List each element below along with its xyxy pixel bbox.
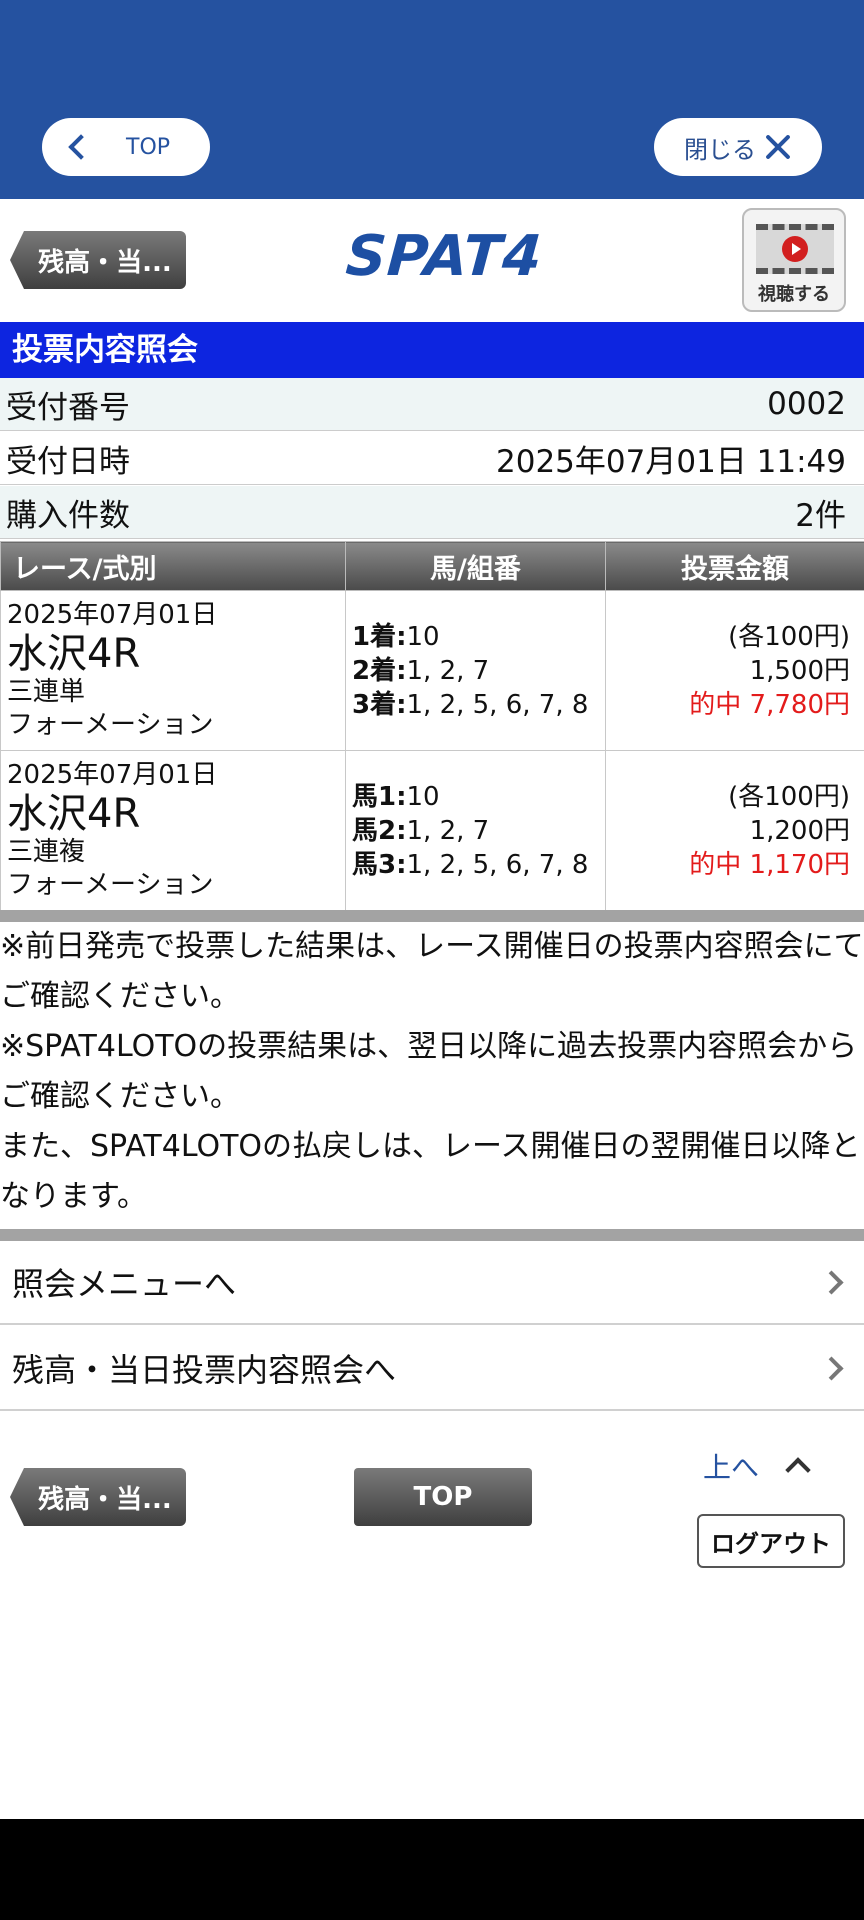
- menu-item-label: 照会メニューへ: [12, 1265, 237, 1303]
- column-header-race: レース/式別: [0, 541, 346, 591]
- info-label: 購入件数: [6, 497, 130, 534]
- unit-price: (各100円): [728, 781, 850, 812]
- menu-item-inquiry-menu[interactable]: 照会メニューへ: [0, 1241, 864, 1325]
- up-link-label: 上へ: [703, 1451, 760, 1484]
- bet-method: フォーメーション: [7, 870, 214, 900]
- divider: [0, 910, 864, 922]
- watch-video-button[interactable]: 視聴する: [742, 208, 846, 312]
- race-date: 2025年07月01日: [7, 760, 218, 790]
- info-label: 受付番号: [6, 389, 130, 426]
- scroll-to-top-link[interactable]: 上へ: [703, 1446, 811, 1486]
- bet-type: 三連複: [7, 837, 86, 867]
- table-row: 2025年07月01日 水沢4R 三連複 フォーメーション 馬1:10 馬2:1…: [0, 750, 864, 911]
- info-value: 0002: [767, 386, 846, 422]
- back-button-label: TOP: [126, 134, 171, 160]
- info-label: 受付日時: [6, 443, 130, 480]
- close-button[interactable]: 閉じる: [654, 118, 822, 176]
- race-cell: 2025年07月01日 水沢4R 三連単 フォーメーション: [0, 590, 346, 751]
- balance-button-label: 残高・当...: [38, 1484, 172, 1515]
- hit-payout: 的中 1,170円: [689, 849, 850, 880]
- combo-line: 馬1:10: [352, 781, 440, 812]
- footer-top-button[interactable]: TOP: [354, 1468, 532, 1526]
- note-text: ※前日発売で投票した結果は、レース開催日の投票内容照会にてご確認ください。: [0, 929, 864, 1014]
- amount-cell: (各100円) 1,500円 的中 7,780円: [605, 590, 864, 751]
- race-name: 水沢4R: [7, 631, 141, 677]
- info-value: 2025年07月01日 11:49: [496, 443, 846, 480]
- logout-label: ログアウト: [711, 1529, 831, 1558]
- race-cell: 2025年07月01日 水沢4R 三連複 フォーメーション: [0, 750, 346, 911]
- chevron-right-icon: [819, 1269, 844, 1295]
- combo-line: 馬2:1, 2, 7: [352, 815, 490, 846]
- amount-cell: (各100円) 1,200円 的中 1,170円: [605, 750, 864, 911]
- page-title: 投票内容照会: [0, 322, 864, 378]
- table-header-row: レース/式別 馬/組番 投票金額: [0, 541, 864, 591]
- chevron-right-icon: [819, 1355, 844, 1381]
- combo-cell: 馬1:10 馬2:1, 2, 7 馬3:1, 2, 5, 6, 7, 8: [345, 750, 606, 911]
- combo-line: 馬3:1, 2, 5, 6, 7, 8: [352, 849, 589, 880]
- watch-label: 視聴する: [758, 284, 830, 305]
- table-row: 2025年07月01日 水沢4R 三連単 フォーメーション 1着:10 2着:1…: [0, 590, 864, 751]
- race-date: 2025年07月01日: [7, 600, 218, 630]
- spat4-logo: SPAT4: [343, 224, 545, 289]
- note-text: ※SPAT4LOTOの投票結果は、翌日以降に過去投票内容照会からご確認ください。: [0, 1029, 858, 1114]
- unit-price: (各100円): [728, 621, 850, 652]
- total-amount: 1,500円: [749, 655, 850, 686]
- balance-button-label: 残高・当...: [38, 247, 172, 278]
- system-nav-bar: [0, 1819, 864, 1920]
- info-row-receipt-time: 受付日時 2025年07月01日 11:49: [0, 432, 864, 485]
- column-header-amount: 投票金額: [605, 541, 864, 591]
- notes: ※前日発売で投票した結果は、レース開催日の投票内容照会にてご確認ください。 ※S…: [0, 922, 864, 1222]
- combo-line: 1着:10: [352, 621, 440, 652]
- bets-table: レース/式別 馬/組番 投票金額 2025年07月01日 水沢4R 三連単 フォ…: [0, 541, 864, 911]
- chevron-left-icon: [68, 134, 94, 160]
- app-top-bar: TOP 閉じる: [0, 0, 864, 199]
- divider: [0, 1229, 864, 1241]
- bet-type: 三連単: [7, 677, 86, 707]
- balance-button[interactable]: 残高・当...: [10, 231, 186, 289]
- combo-line: 3着:1, 2, 5, 6, 7, 8: [352, 689, 589, 720]
- total-amount: 1,200円: [749, 815, 850, 846]
- close-icon: [764, 133, 792, 161]
- info-value: 2件: [795, 497, 846, 534]
- hit-payout: 的中 7,780円: [689, 689, 850, 720]
- menu-item-label: 残高・当日投票内容照会へ: [12, 1351, 397, 1389]
- menu-item-balance-inquiry[interactable]: 残高・当日投票内容照会へ: [0, 1327, 864, 1411]
- note-text: また、SPAT4LOTOの払戻しは、レース開催日の翌開催日以降となります。: [0, 1129, 861, 1214]
- back-to-top-button[interactable]: TOP: [42, 118, 210, 176]
- close-button-label: 閉じる: [684, 135, 756, 164]
- race-name: 水沢4R: [7, 791, 141, 837]
- footer-balance-button[interactable]: 残高・当...: [10, 1468, 186, 1526]
- bet-method: フォーメーション: [7, 710, 214, 740]
- chevron-up-icon: [785, 1457, 811, 1483]
- combo-line: 2着:1, 2, 7: [352, 655, 490, 686]
- column-header-combo: 馬/組番: [345, 541, 606, 591]
- combo-cell: 1着:10 2着:1, 2, 7 3着:1, 2, 5, 6, 7, 8: [345, 590, 606, 751]
- play-icon: [782, 236, 808, 262]
- logout-button[interactable]: ログアウト: [697, 1514, 845, 1568]
- info-row-purchase-count: 購入件数 2件: [0, 486, 864, 539]
- info-row-receipt-number: 受付番号 0002: [0, 378, 864, 431]
- top-button-label: TOP: [413, 1482, 473, 1512]
